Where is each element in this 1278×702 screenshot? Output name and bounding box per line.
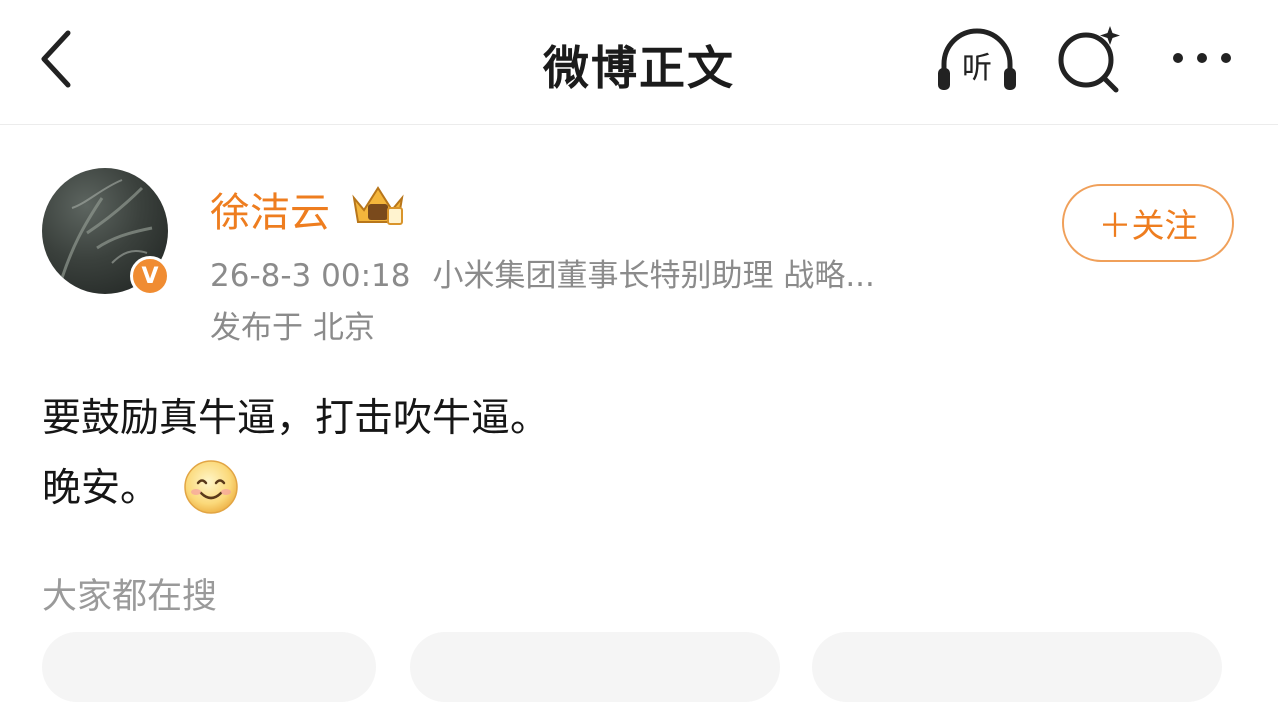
verified-badge: V xyxy=(130,256,170,296)
smile-emoji-icon xyxy=(184,459,238,514)
post-text-line: 要鼓励真牛逼，打击吹牛逼。 xyxy=(42,396,550,441)
hot-search-title: 大家都在搜 xyxy=(42,577,218,617)
post-location: 发布于 北京 xyxy=(210,310,375,346)
search-sparkle-icon xyxy=(1058,26,1120,93)
post-meta: 26-8-3 00:18 小米集团董事长特别助理 战略... xyxy=(210,250,875,295)
listen-button[interactable]: 听 xyxy=(934,24,1020,96)
hot-search-chip[interactable] xyxy=(42,632,376,702)
follow-button[interactable]: ＋关注 xyxy=(1062,184,1234,262)
headphones-listen-icon: 听 xyxy=(938,28,1016,90)
crown-membership-icon xyxy=(352,186,404,225)
post-timestamp: 26-8-3 00:18 xyxy=(210,258,411,294)
hot-search-chip[interactable] xyxy=(812,632,1222,702)
post-content: 要鼓励真牛逼，打击吹牛逼。 晚安。 xyxy=(42,384,549,524)
hot-search-chip[interactable] xyxy=(410,632,780,702)
post-text-line: 晚安。 xyxy=(42,454,549,524)
more-dots-icon xyxy=(1173,53,1231,63)
more-options-button[interactable] xyxy=(1166,34,1238,82)
author-title: 小米集团董事长特别助理 战略... xyxy=(432,258,875,294)
author-name[interactable]: 徐洁云 xyxy=(210,180,330,238)
search-button[interactable] xyxy=(1054,22,1126,94)
top-navigation-bar: 微博正文 听 xyxy=(0,0,1278,125)
listen-label: 听 xyxy=(962,51,992,86)
